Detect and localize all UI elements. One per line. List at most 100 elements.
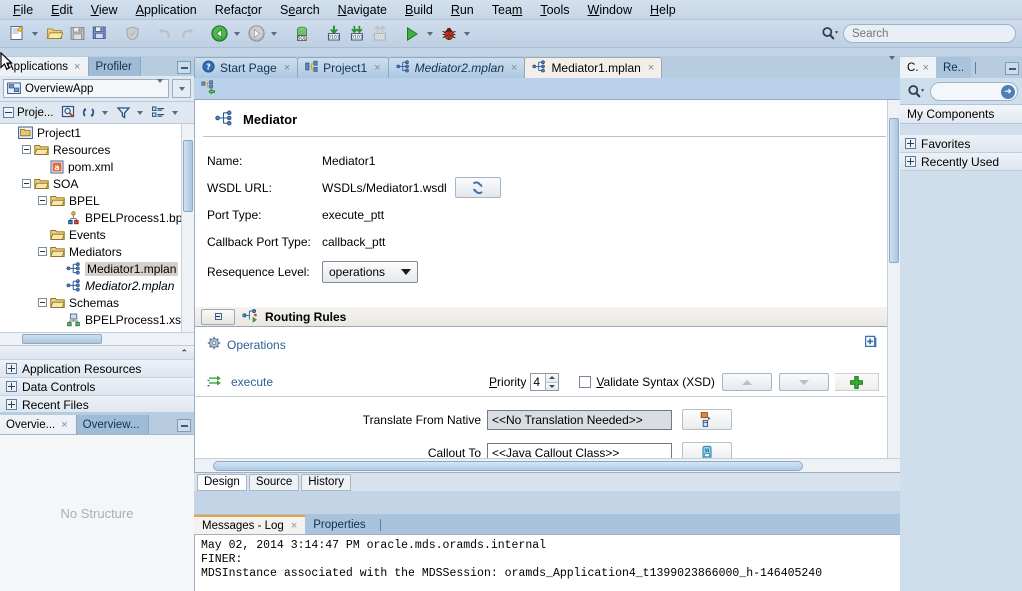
search-filter-icon[interactable] bbox=[59, 103, 78, 122]
tab-mediator2[interactable]: Mediator2.mplan × bbox=[387, 57, 526, 78]
collapse-toggle-icon[interactable] bbox=[38, 298, 47, 307]
deploy-down-icon[interactable]: 0101 bbox=[323, 23, 345, 45]
expand-icon[interactable] bbox=[905, 138, 916, 149]
tab-resources[interactable]: Re.. bbox=[935, 57, 972, 78]
menu-item-tools[interactable]: Tools bbox=[531, 1, 578, 19]
collapse-toggle-icon[interactable] bbox=[38, 247, 47, 256]
components-item-favorites[interactable]: Favorites bbox=[900, 135, 1022, 153]
close-icon[interactable]: × bbox=[374, 62, 380, 74]
menu-item-edit[interactable]: Edit bbox=[42, 1, 82, 19]
tab-properties[interactable]: Properties bbox=[305, 515, 374, 534]
priority-increment-button[interactable] bbox=[546, 374, 559, 383]
close-icon[interactable]: × bbox=[74, 61, 80, 73]
add-rule-button[interactable] bbox=[834, 373, 879, 391]
collapse-toggle-icon[interactable] bbox=[22, 145, 31, 154]
move-down-button[interactable] bbox=[778, 373, 829, 391]
close-icon[interactable]: × bbox=[923, 62, 929, 74]
debug-icon[interactable] bbox=[438, 23, 460, 45]
expand-all-icon[interactable] bbox=[864, 335, 878, 352]
expand-icon[interactable] bbox=[6, 363, 17, 374]
tree-item-schemas[interactable]: Schemas bbox=[0, 294, 194, 311]
tab-project1[interactable]: Project1 × bbox=[297, 57, 389, 78]
close-icon[interactable]: × bbox=[284, 62, 290, 74]
tab-start-page[interactable]: ? Start Page × bbox=[194, 57, 299, 78]
menu-item-navigate[interactable]: Navigate bbox=[329, 1, 396, 19]
tree-vscroll-thumb[interactable] bbox=[183, 140, 193, 212]
new-file-icon[interactable] bbox=[6, 23, 28, 45]
rule-name-link[interactable]: execute bbox=[231, 375, 273, 389]
tab-source[interactable]: Source bbox=[248, 473, 300, 491]
editor-horizontal-scrollbar[interactable] bbox=[195, 458, 900, 472]
tab-structure-overview[interactable]: Overvie... × bbox=[0, 415, 77, 434]
redo-icon[interactable] bbox=[176, 23, 198, 45]
menu-item-window[interactable]: Window bbox=[579, 1, 641, 19]
view-options-dropdown-icon[interactable] bbox=[169, 102, 180, 124]
project-tree[interactable]: Project1 Resources a pom.xml SOA BPEL BPELProc… bbox=[0, 124, 194, 346]
close-icon[interactable]: × bbox=[511, 62, 517, 74]
tab-history[interactable]: History bbox=[301, 473, 352, 491]
tree-item-soa[interactable]: SOA bbox=[0, 175, 194, 192]
log-body[interactable]: May 02, 2014 3:14:47 PM oracle.mds.oramd… bbox=[194, 534, 1022, 591]
menu-item-search[interactable]: Search bbox=[271, 1, 329, 19]
close-icon[interactable]: × bbox=[61, 419, 67, 431]
undeploy-icon[interactable]: 0101 bbox=[369, 23, 391, 45]
minimize-components-button[interactable] bbox=[1005, 62, 1019, 75]
tab-mediator1[interactable]: Mediator1.mplan × bbox=[524, 57, 663, 78]
shield-icon[interactable] bbox=[121, 23, 143, 45]
native-format-builder-button[interactable] bbox=[682, 409, 732, 430]
menu-item-view[interactable]: View bbox=[82, 1, 127, 19]
tab-structure-overview2[interactable]: Overview... bbox=[76, 415, 149, 434]
tree-hscroll-thumb[interactable] bbox=[22, 334, 102, 344]
debug-dropdown-icon[interactable] bbox=[461, 23, 472, 45]
go-arrow-icon[interactable]: ➜ bbox=[1001, 84, 1015, 99]
operations-link[interactable]: Operations bbox=[227, 338, 286, 352]
menu-item-build[interactable]: Build bbox=[396, 1, 442, 19]
filter-icon[interactable] bbox=[114, 103, 133, 122]
priority-decrement-button[interactable] bbox=[546, 382, 559, 390]
run-icon[interactable] bbox=[401, 23, 423, 45]
menu-item-file[interactable]: File bbox=[4, 1, 42, 19]
application-combo[interactable]: OverviewApp bbox=[3, 78, 169, 98]
tree-vertical-scrollbar[interactable] bbox=[181, 124, 194, 345]
view-options-icon[interactable] bbox=[149, 103, 168, 122]
open-folder-icon[interactable] bbox=[43, 23, 65, 45]
tree-item-bpel[interactable]: BPEL bbox=[0, 192, 194, 209]
sidebar-item-data-controls[interactable]: Data Controls bbox=[0, 378, 194, 396]
tree-horizontal-scrollbar[interactable] bbox=[0, 332, 194, 345]
components-item-recently-used[interactable]: Recently Used bbox=[900, 153, 1022, 171]
menu-item-help[interactable]: Help bbox=[641, 1, 685, 19]
sql-database-icon[interactable]: SQL bbox=[291, 23, 313, 45]
mediator-back-icon[interactable] bbox=[201, 79, 217, 98]
run-dropdown-icon[interactable] bbox=[424, 23, 435, 45]
expand-icon[interactable] bbox=[6, 399, 17, 410]
search-input[interactable] bbox=[843, 24, 1016, 43]
search-icon[interactable] bbox=[817, 24, 843, 43]
minimize-structure-button[interactable] bbox=[177, 419, 191, 432]
tree-item-resources[interactable]: Resources bbox=[0, 141, 194, 158]
collapse-toggle-icon[interactable] bbox=[38, 196, 47, 205]
expand-icon[interactable] bbox=[905, 156, 916, 167]
tab-profiler[interactable]: Profiler bbox=[89, 57, 141, 76]
refresh-icon[interactable] bbox=[79, 103, 98, 122]
menu-item-team[interactable]: Team bbox=[483, 1, 532, 19]
tab-messages-log[interactable]: Messages - Log × bbox=[194, 515, 306, 534]
undo-icon[interactable] bbox=[153, 23, 175, 45]
menu-item-application[interactable]: Application bbox=[127, 1, 206, 19]
search-icon[interactable] bbox=[904, 82, 928, 101]
tab-components[interactable]: C. × bbox=[900, 57, 936, 78]
scroll-up-icon[interactable]: ⌃ bbox=[180, 348, 188, 359]
editor-tabs-overflow-icon[interactable] bbox=[889, 56, 895, 74]
back-dropdown-icon[interactable] bbox=[231, 23, 242, 45]
deploy-all-icon[interactable]: 0101 bbox=[346, 23, 368, 45]
priority-stepper[interactable] bbox=[530, 373, 560, 391]
back-icon[interactable] bbox=[208, 23, 230, 45]
refresh-dropdown-icon[interactable] bbox=[99, 102, 110, 124]
menu-item-run[interactable]: Run bbox=[442, 1, 483, 19]
minimize-left-pane-button[interactable] bbox=[177, 61, 191, 74]
move-up-button[interactable] bbox=[721, 373, 772, 391]
editor-hscroll-thumb[interactable] bbox=[213, 461, 803, 471]
translate-from-native-field[interactable]: <<No Translation Needed>> bbox=[487, 409, 672, 430]
collapse-toggle-icon[interactable] bbox=[22, 179, 31, 188]
new-file-dropdown-icon[interactable] bbox=[29, 23, 40, 45]
forward-icon[interactable] bbox=[245, 23, 267, 45]
